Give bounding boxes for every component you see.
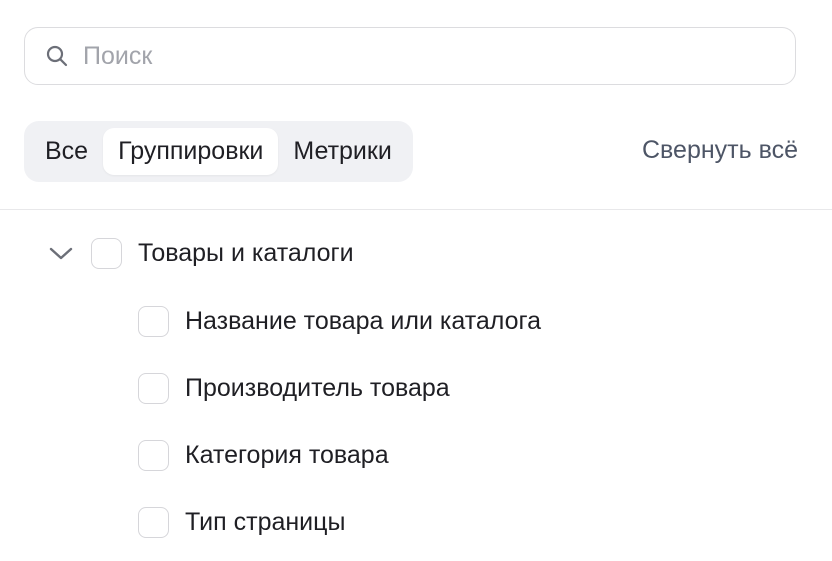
search-icon xyxy=(45,44,69,68)
tree-group-row: Товары и каталоги xyxy=(47,233,354,273)
tree-item-row: Тип страницы xyxy=(138,502,345,542)
tree-item-row: Название товара или каталога xyxy=(138,301,541,341)
tab-groupings[interactable]: Группировки xyxy=(103,128,279,175)
tree-item-row: Категория товара xyxy=(138,435,389,475)
group-label: Товары и каталоги xyxy=(138,238,354,267)
chevron-down-icon[interactable] xyxy=(47,239,75,267)
tree-item-row: Производитель товара xyxy=(138,368,450,408)
search-input[interactable] xyxy=(83,41,723,71)
view-tabs: Все Группировки Метрики xyxy=(24,121,413,182)
item-checkbox[interactable] xyxy=(138,372,169,404)
divider xyxy=(0,209,832,210)
collapse-all-link[interactable]: Свернуть всё xyxy=(642,136,798,165)
tab-all[interactable]: Все xyxy=(30,128,103,175)
group-checkbox[interactable] xyxy=(91,237,122,269)
item-label: Категория товара xyxy=(185,440,389,469)
search-field[interactable] xyxy=(24,27,796,85)
item-checkbox[interactable] xyxy=(138,305,169,337)
item-checkbox[interactable] xyxy=(138,439,169,471)
tab-metrics[interactable]: Метрики xyxy=(278,128,406,175)
item-label: Название товара или каталога xyxy=(185,306,542,335)
item-checkbox[interactable] xyxy=(138,506,169,538)
item-label: Тип страницы xyxy=(185,507,346,536)
item-label: Производитель товара xyxy=(185,373,450,402)
